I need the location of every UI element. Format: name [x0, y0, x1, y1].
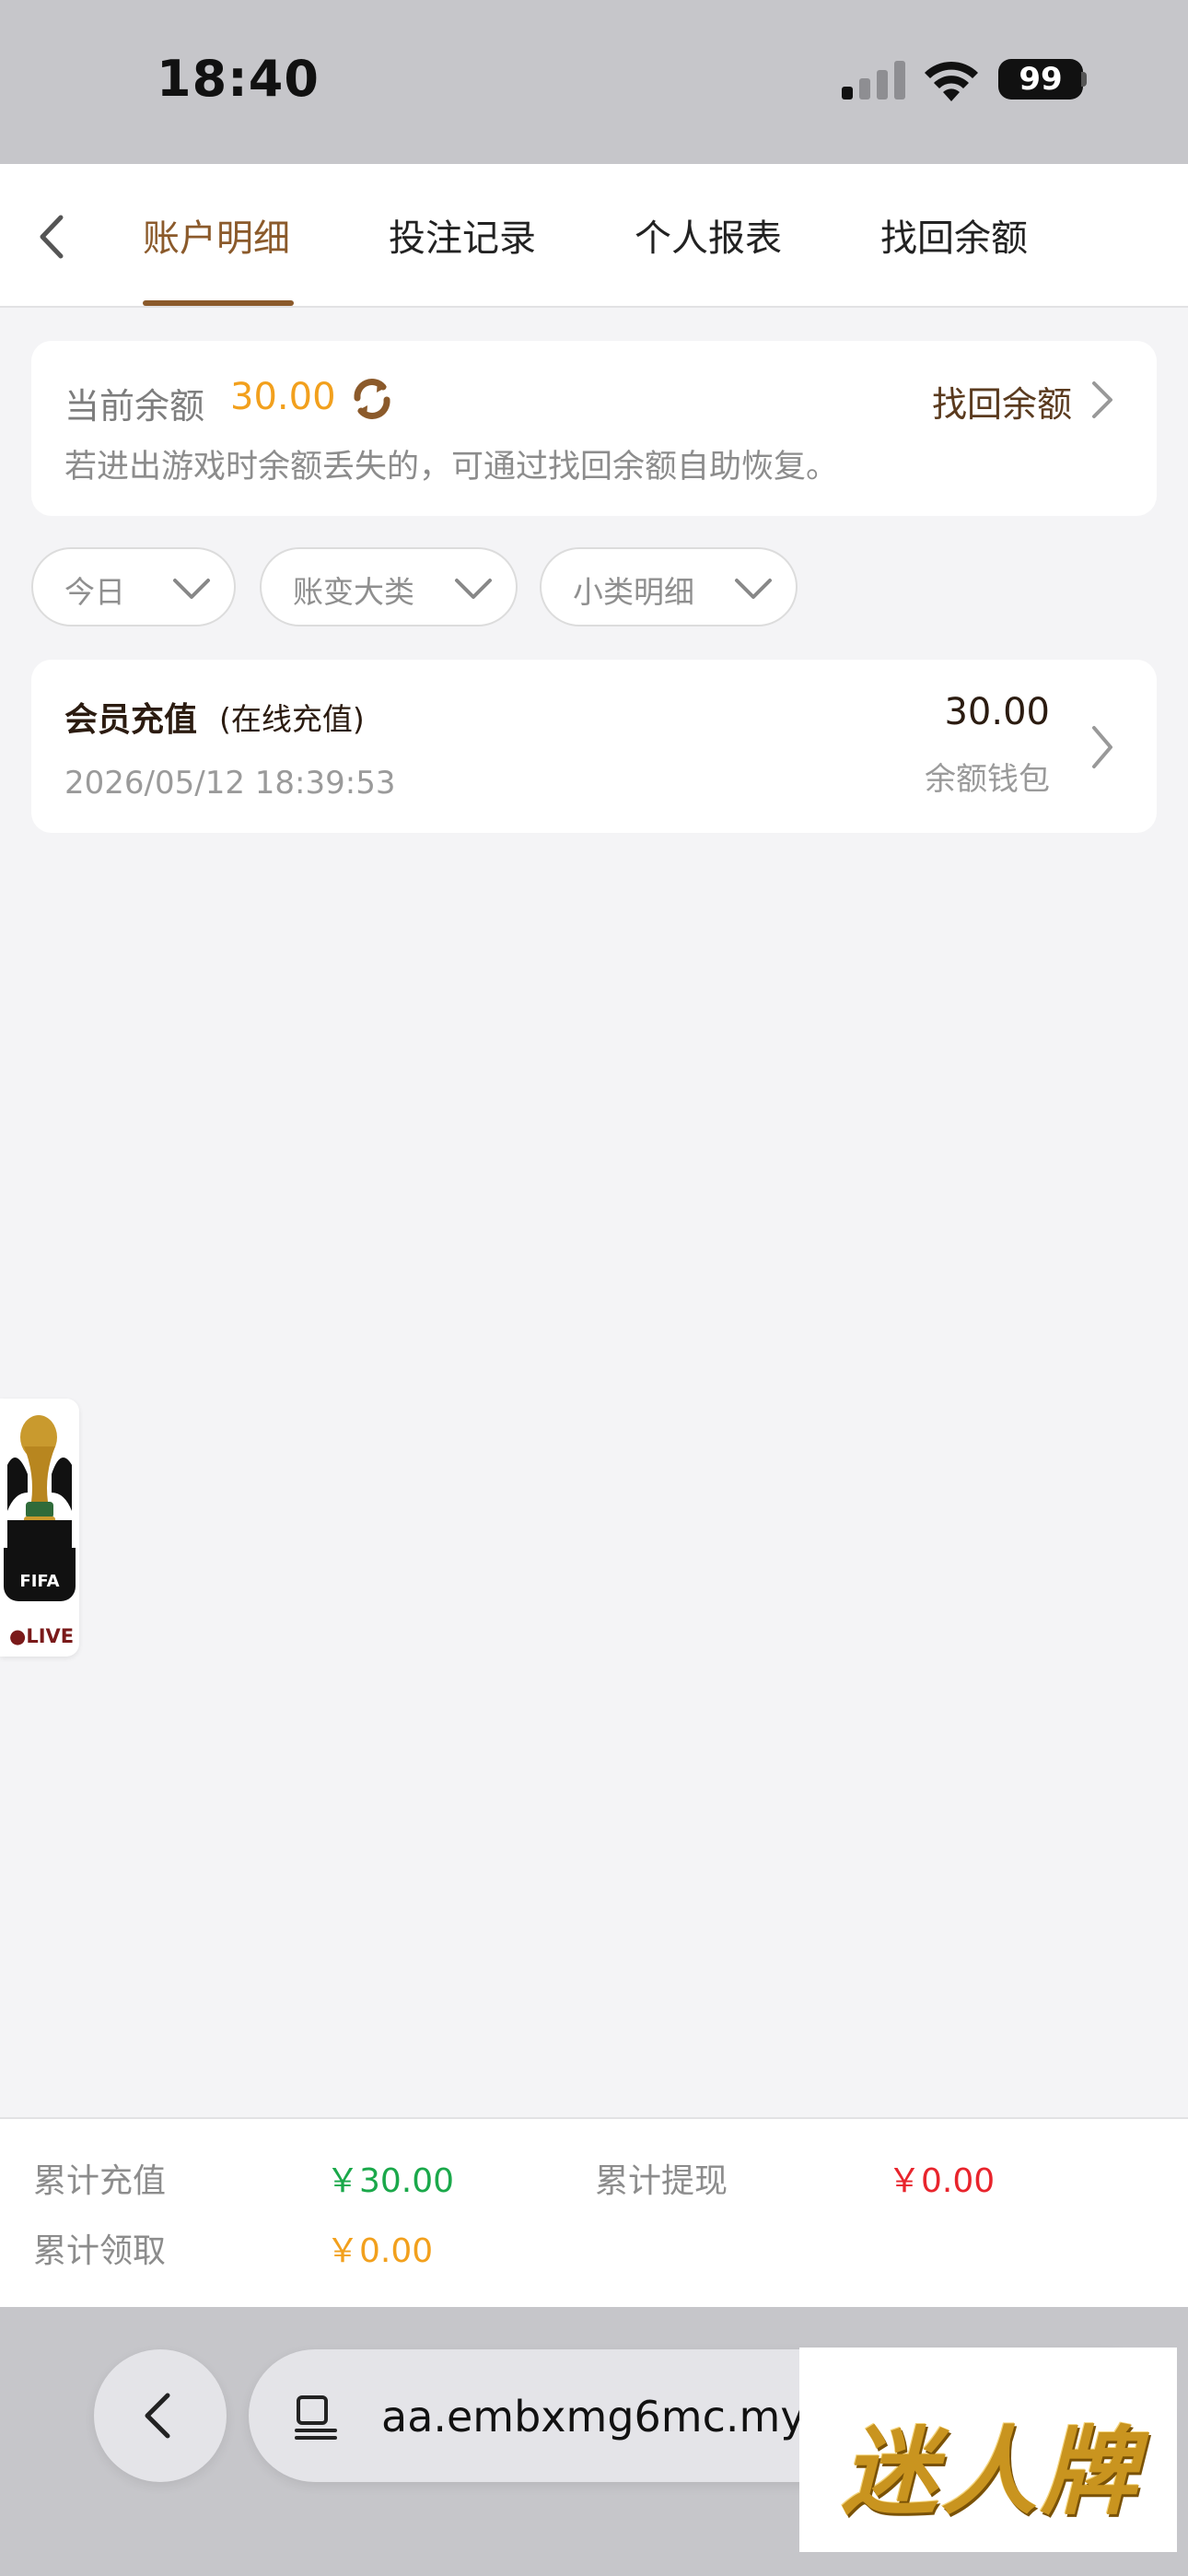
record-amount: 30.00	[944, 691, 1050, 733]
back-arrow-icon[interactable]	[35, 214, 72, 260]
battery-tip	[1081, 72, 1087, 87]
battery-icon: 99	[998, 59, 1083, 100]
fifa-live-badge[interactable]: FIFA ●LIVE	[0, 1399, 79, 1657]
url-text: aa.embxmg6mc.my	[381, 2392, 806, 2441]
total-claim-value: ￥0.00	[326, 2232, 434, 2270]
total-recharge-value: ￥30.00	[326, 2162, 455, 2200]
balance-value: 30.00	[230, 376, 336, 418]
tab-recover-balance[interactable]: 找回余额	[880, 208, 1028, 262]
browser-back-button[interactable]	[94, 2349, 227, 2482]
tab-personal-report[interactable]: 个人报表	[635, 208, 782, 262]
filter-category-label: 账变大类	[293, 574, 414, 610]
filter-subcategory[interactable]: 小类明细	[540, 547, 798, 626]
chevron-down-icon	[173, 579, 210, 599]
total-recharge-label: 累计充值	[33, 2162, 167, 2200]
brand-logo-text: 迷人牌	[842, 2416, 1141, 2528]
fifa-logo: FIFA	[4, 1548, 76, 1601]
chevron-down-icon	[735, 579, 772, 599]
chevron-down-icon	[455, 579, 492, 599]
status-time: 18:40	[157, 50, 320, 108]
status-bar: 18:40 99	[0, 0, 1188, 164]
cellular-signal-icon	[842, 61, 905, 100]
chevron-right-icon[interactable]	[1089, 380, 1116, 420]
refresh-icon[interactable]	[348, 376, 396, 422]
record-wallet: 余额钱包	[925, 761, 1050, 798]
chevron-right-icon[interactable]	[1089, 724, 1116, 770]
record-subtitle: (在线充值)	[219, 701, 365, 737]
brand-logo: 迷人牌	[799, 2348, 1177, 2552]
filter-subcategory-label: 小类明细	[573, 574, 694, 610]
filter-date[interactable]: 今日	[31, 547, 236, 626]
recover-balance-link[interactable]: 找回余额	[932, 376, 1072, 427]
live-label: ●LIVE	[9, 1625, 75, 1647]
tab-bet-records[interactable]: 投注记录	[389, 208, 536, 262]
balance-label: 当前余额	[64, 386, 205, 427]
world-cup-trophy-icon	[7, 1415, 72, 1548]
filter-category[interactable]: 账变大类	[260, 547, 518, 626]
summary-panel: 累计充值 ￥30.00 累计提现 ￥0.00 累计领取 ￥0.00	[0, 2117, 1188, 2307]
filter-date-label: 今日	[64, 574, 125, 610]
page-menu-icon[interactable]	[293, 2394, 339, 2441]
balance-card: 当前余额 30.00 找回余额 若进出游戏时余额丢失的，可通过找回余额自助恢复。	[31, 341, 1157, 516]
tab-account-details[interactable]: 账户明细	[143, 208, 290, 262]
total-withdraw-value: ￥0.00	[888, 2162, 996, 2200]
total-withdraw-label: 累计提现	[595, 2162, 728, 2200]
chevron-left-icon	[145, 2393, 170, 2439]
balance-hint: 若进出游戏时余额丢失的，可通过找回余额自助恢复。	[64, 449, 839, 486]
record-datetime: 2026/05/12 18:39:53	[64, 765, 396, 802]
tab-header: 账户明细 投注记录 个人报表 找回余额	[0, 164, 1188, 308]
record-title: 会员充值	[64, 701, 198, 739]
wifi-icon	[925, 61, 978, 101]
list-item[interactable]: 会员充值 (在线充值) 2026/05/12 18:39:53 30.00 余额…	[31, 660, 1157, 833]
active-tab-indicator	[143, 300, 294, 306]
total-claim-label: 累计领取	[33, 2232, 167, 2270]
